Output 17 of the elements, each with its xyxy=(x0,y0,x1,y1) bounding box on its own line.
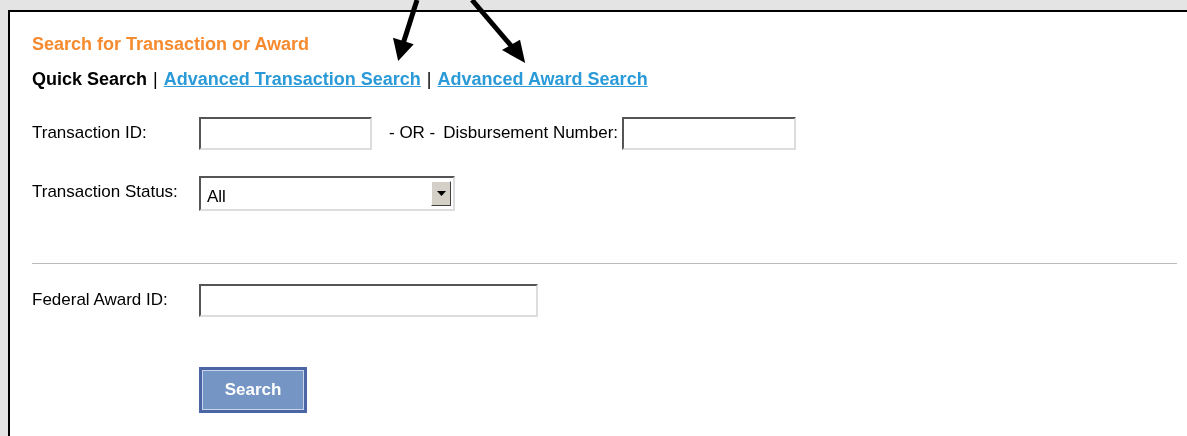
search-link[interactable]: Advanced Transaction Search xyxy=(163,69,421,90)
field-label: Transaction ID: xyxy=(32,122,148,143)
search-button[interactable]: Search xyxy=(199,367,307,413)
field-label: Federal Award ID: xyxy=(32,289,169,310)
field-label: Disbursement Number: xyxy=(443,122,619,143)
or-text: - OR - xyxy=(389,122,436,143)
current-tab[interactable]: Quick Search xyxy=(32,69,148,90)
transaction-id-field[interactable] xyxy=(199,117,372,150)
status-dropdown[interactable]: All xyxy=(199,176,455,211)
disbursement-number-field[interactable] xyxy=(622,117,797,150)
caret-icon xyxy=(436,191,446,196)
federal-award-id-field[interactable] xyxy=(199,284,538,317)
separator: | xyxy=(426,69,432,90)
search-link[interactable]: Advanced Award Search xyxy=(437,69,648,90)
field-label: Transaction Status: xyxy=(32,181,179,202)
section-title: Search for Transaction or Award xyxy=(32,34,311,55)
separator: | xyxy=(153,69,158,90)
